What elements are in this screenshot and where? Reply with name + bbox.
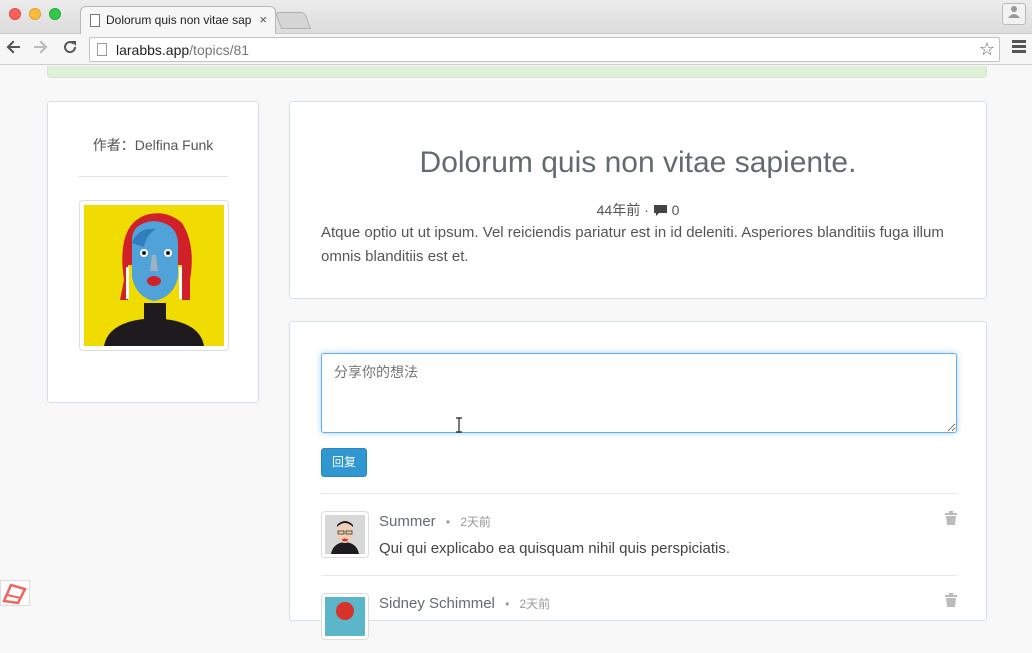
topic-meta: 44年前 · 0	[290, 200, 986, 220]
topic-body: Atque optio ut ut ipsum. Vel reiciendis …	[321, 224, 944, 265]
reply-item: Sidney Schimmel • 2天前	[321, 593, 957, 653]
reply-submit-button[interactable]: 回复	[321, 448, 367, 477]
reply-author: Summer • 2天前	[379, 513, 491, 530]
meta-separator: ·	[644, 202, 649, 218]
trash-icon[interactable]	[945, 593, 957, 612]
close-window-button[interactable]	[9, 8, 21, 20]
page-icon	[90, 14, 100, 27]
page-icon	[97, 43, 107, 56]
reply-avatar	[321, 593, 369, 640]
author-avatar-image	[84, 205, 224, 346]
trash-icon[interactable]	[945, 511, 957, 530]
reply-avatar-image	[325, 515, 365, 554]
reply-textarea[interactable]	[321, 353, 957, 433]
divider	[321, 575, 957, 576]
minimize-window-button[interactable]	[29, 8, 41, 20]
topic-time: 44年前	[596, 202, 641, 218]
text-cursor-icon	[455, 417, 463, 436]
reply-content: Qui qui explicabo ea quisquam nihil quis…	[379, 540, 731, 557]
topic-card: Dolorum quis non vitae sapiente. 44年前 · …	[289, 101, 987, 299]
debugbar-logo-icon[interactable]	[0, 580, 30, 606]
tab-title: Dolorum quis non vitae sapiente.	[106, 13, 251, 27]
reply-author: Sidney Schimmel • 2天前	[379, 595, 550, 612]
url-text: larabbs.app/topics/81	[116, 42, 250, 58]
browser-toolbar: larabbs.app/topics/81 ☆	[0, 34, 1032, 65]
reply-time: 2天前	[519, 597, 551, 611]
browser-menu-icon[interactable]	[1012, 40, 1026, 55]
new-tab-button[interactable]	[274, 12, 312, 29]
divider	[321, 493, 957, 494]
page-content: 作者：Delfina Funk Dolorum quis non vitae s…	[0, 66, 1032, 640]
window-titlebar: Dolorum quis non vitae sapiente. ×	[0, 0, 1032, 35]
author-avatar	[79, 200, 229, 351]
reply-username[interactable]: Summer	[379, 513, 436, 530]
tab-close-icon[interactable]: ×	[259, 12, 267, 27]
comment-icon	[653, 204, 668, 220]
bookmark-star-icon[interactable]: ☆	[979, 39, 995, 60]
reply-time: 2天前	[460, 515, 491, 529]
author-card: 作者：Delfina Funk	[47, 101, 259, 403]
divider	[78, 176, 228, 177]
reply-item: Summer • 2天前 Qui qui explicabo ea quisqu…	[321, 511, 957, 571]
reply-dot: •	[505, 597, 510, 611]
back-arrow-icon[interactable]	[6, 39, 22, 60]
reply-avatar	[321, 511, 369, 558]
reply-card: 回复 Summer • 2天前 Qui qui explicabo e	[289, 321, 987, 640]
comment-count: 0	[671, 202, 680, 218]
profile-icon[interactable]	[1002, 3, 1026, 25]
reply-dot: •	[445, 515, 451, 529]
reload-icon[interactable]	[62, 39, 78, 60]
reply-avatar-image	[325, 597, 365, 636]
browser-tab-active[interactable]: Dolorum quis non vitae sapiente. ×	[80, 6, 276, 35]
author-name: 作者：Delfina Funk	[92, 137, 214, 153]
zoom-window-button[interactable]	[49, 8, 61, 20]
forward-arrow-icon[interactable]	[32, 39, 48, 60]
address-bar[interactable]: larabbs.app/topics/81 ☆	[89, 37, 1000, 62]
success-alert	[47, 66, 987, 78]
topic-title: Dolorum quis non vitae sapiente.	[419, 146, 857, 179]
reply-username[interactable]: Sidney Schimmel	[379, 595, 495, 612]
